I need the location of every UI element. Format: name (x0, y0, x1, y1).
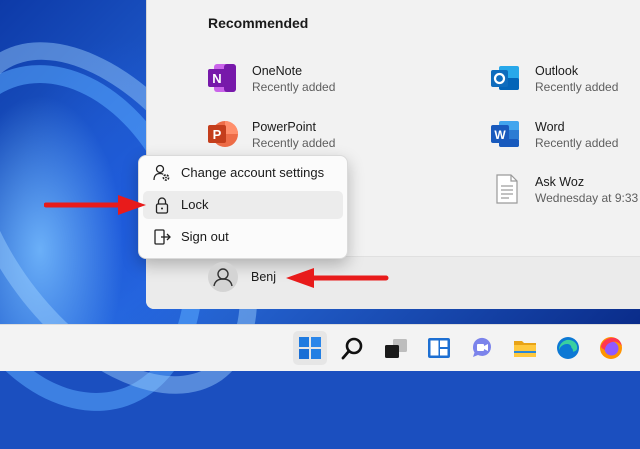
menu-item-label: Sign out (181, 229, 229, 244)
recommended-item-powerpoint[interactable]: P PowerPoint Recently added (208, 118, 448, 158)
app-subtitle: Recently added (535, 136, 619, 150)
edge-icon (557, 337, 579, 359)
word-icon: W (491, 121, 519, 147)
svg-text:P: P (213, 127, 222, 142)
sign-out-icon (154, 229, 171, 245)
firefox-icon (600, 337, 622, 359)
avatar[interactable] (208, 262, 238, 292)
app-name: Ask Woz (535, 175, 585, 189)
app-subtitle: Recently added (252, 136, 336, 150)
app-subtitle: Recently added (252, 80, 336, 94)
annotation-arrow-icon (286, 268, 389, 288)
recommended-item-word[interactable]: W Word Recently added (491, 118, 631, 158)
powerpoint-icon: P (208, 121, 238, 147)
taskbar (0, 324, 640, 371)
annotation-arrow-icon (44, 195, 146, 215)
recommended-item-ask-woz[interactable]: Ask Woz Wednesday at 9:33 (491, 173, 639, 213)
menu-item-sign-out[interactable]: Sign out (143, 223, 343, 251)
menu-item-lock[interactable]: Lock (143, 191, 343, 219)
taskbar-search-button[interactable] (336, 331, 370, 365)
outlook-icon (491, 66, 519, 90)
menu-item-label: Lock (181, 197, 209, 212)
document-icon (496, 174, 518, 204)
recommended-heading: Recommended (208, 15, 309, 31)
taskbar-file-explorer-button[interactable] (508, 331, 542, 365)
widgets-icon (428, 338, 450, 358)
app-subtitle: Recently added (535, 80, 619, 94)
onenote-icon: N (208, 64, 236, 92)
taskbar-widgets-button[interactable] (422, 331, 456, 365)
svg-text:W: W (494, 128, 506, 142)
app-name: Outlook (535, 64, 579, 78)
recommended-item-onenote[interactable]: N OneNote Recently added (208, 62, 448, 102)
account-flyout-menu: Change account settings Lock Sign out (138, 155, 348, 259)
teams-chat-icon (472, 337, 491, 357)
account-settings-icon (153, 164, 170, 181)
task-view-icon (385, 339, 407, 358)
app-subtitle: Wednesday at 9:33 (535, 191, 639, 205)
menu-item-label: Change account settings (181, 165, 325, 180)
taskbar-firefox-button[interactable] (594, 331, 628, 365)
svg-text:N: N (212, 71, 221, 86)
start-icon (299, 337, 321, 359)
menu-item-change-account-settings[interactable]: Change account settings (143, 159, 343, 187)
app-name: Word (535, 120, 565, 134)
taskbar-chat-button[interactable] (465, 331, 499, 365)
lock-icon (155, 197, 169, 214)
file-explorer-icon (514, 341, 536, 357)
taskbar-task-view-button[interactable] (379, 331, 413, 365)
app-name: OneNote (252, 64, 303, 78)
user-name[interactable]: Benj (251, 270, 276, 284)
search-icon (341, 337, 363, 360)
recommended-item-outlook[interactable]: Outlook Recently added (491, 62, 631, 102)
taskbar-edge-button[interactable] (551, 331, 585, 365)
user-icon (213, 268, 233, 287)
app-name: PowerPoint (252, 120, 316, 134)
taskbar-start-button[interactable] (293, 331, 327, 365)
